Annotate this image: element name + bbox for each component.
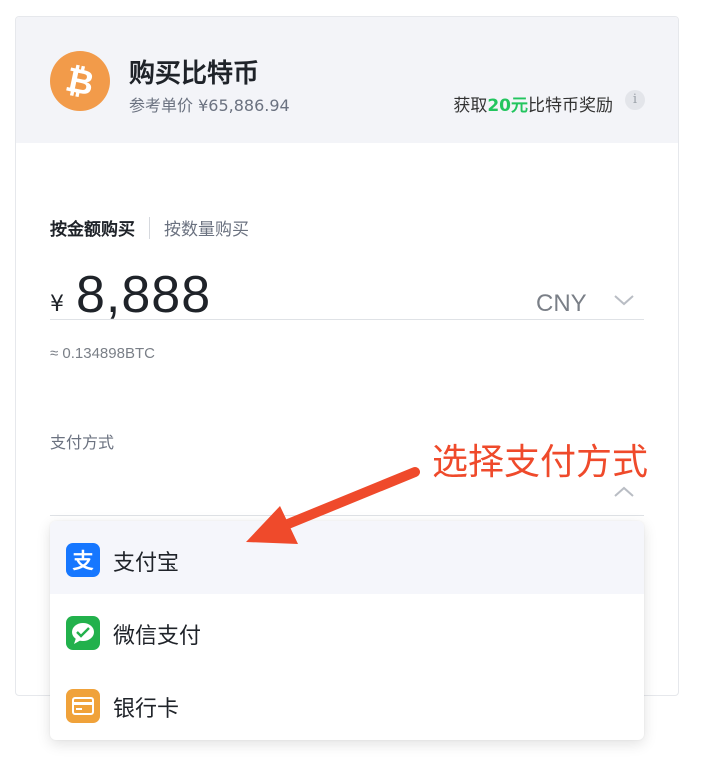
svg-text:₿: ₿: [62, 60, 97, 105]
page-title: 购买比特币: [129, 59, 260, 89]
payment-dropdown: 支 支付宝 微信支付 银行卡: [50, 521, 644, 740]
option-bank-card[interactable]: 银行卡: [50, 667, 644, 740]
tab-divider: [149, 217, 150, 239]
tab-by-amount[interactable]: 按金额购买: [50, 220, 135, 240]
amount-input[interactable]: 8,888: [76, 265, 211, 325]
option-label: 支付宝: [113, 551, 180, 576]
currency-symbol: ¥: [50, 292, 64, 317]
card-header: ₿ 购买比特币 参考单价 ¥65,886.94 获取20元比特币奖励 i: [16, 17, 678, 143]
tab-by-quantity[interactable]: 按数量购买: [164, 220, 249, 240]
reward-prefix: 获取: [453, 96, 488, 116]
chevron-up-icon[interactable]: [613, 485, 635, 499]
reward-text: 获取20元比特币奖励: [453, 91, 613, 116]
amount-divider: [50, 319, 644, 320]
btc-equivalent: ≈ 0.134898BTC: [50, 345, 155, 362]
info-icon[interactable]: i: [625, 90, 645, 110]
chevron-down-icon[interactable]: [613, 293, 635, 307]
reference-price: 参考单价 ¥65,886.94: [129, 96, 290, 115]
option-label: 微信支付: [113, 624, 202, 649]
payment-method-label: 支付方式: [50, 433, 115, 452]
option-label: 银行卡: [113, 697, 180, 722]
svg-text:支: 支: [73, 549, 95, 573]
annotation-callout: 选择支付方式: [432, 442, 649, 483]
reward-amount: 20元: [487, 96, 528, 116]
annotation-arrow-icon: [246, 467, 420, 544]
currency-select[interactable]: CNY: [536, 290, 587, 318]
reward-suffix: 比特币奖励: [528, 96, 613, 116]
bitcoin-icon: ₿: [50, 51, 110, 111]
option-wechat-pay[interactable]: 微信支付: [50, 594, 644, 667]
alipay-icon: 支: [66, 543, 100, 577]
wechat-pay-icon: [66, 616, 100, 650]
bank-card-icon: [66, 689, 100, 723]
purchase-mode-tabs: 按金额购买 按数量购买: [50, 215, 249, 240]
